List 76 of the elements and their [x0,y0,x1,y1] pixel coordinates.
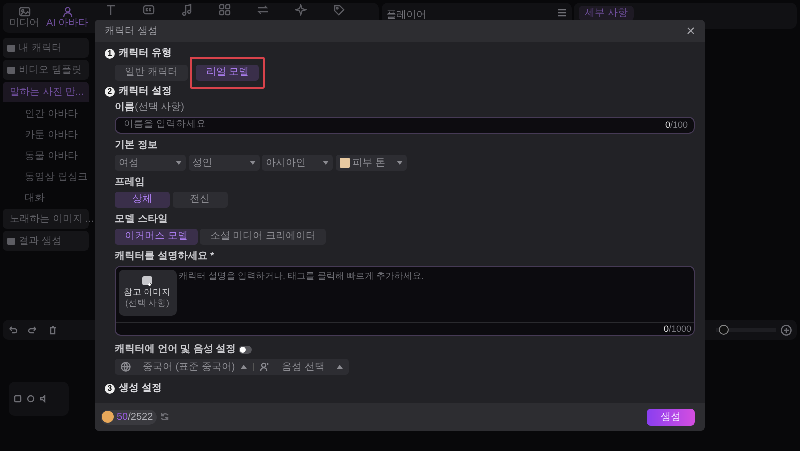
tag-icon[interactable] [332,4,345,16]
sidebar-item[interactable]: 말하는 사진 만... [3,82,89,102]
caret-icon [323,161,329,165]
music-note-icon[interactable] [180,4,193,16]
type-option[interactable]: 리얼 모델 [196,64,260,80]
sidebar-subitem[interactable]: 동물 아바타 [3,146,89,167]
option-button[interactable]: 소셜 미디어 크리에이터 [200,229,326,245]
option-button[interactable]: 상체 [115,192,170,208]
step-number: 1 [105,49,115,59]
sidebar-subitem[interactable]: 동영상 립싱크 [3,167,89,188]
close-icon[interactable] [687,27,695,35]
sidebar-item[interactable]: 비디오 템플릿 [3,60,89,80]
text-icon[interactable] [104,4,117,16]
sidebar-subitem[interactable]: 대화 [3,188,89,209]
dropdown[interactable]: 피부 톤 [336,155,406,171]
field-label: 이름(선택 사항) [115,102,186,114]
grid-icon[interactable] [218,4,231,16]
toolbar-tab[interactable]: 미디어 [6,6,44,30]
skin-swatch-icon [340,158,350,168]
generate-button[interactable]: 생성 [647,408,695,426]
voice-selector[interactable]: 중국어 (표준 중국어) 음성 선택 [115,359,349,375]
refresh-icon[interactable] [160,412,170,422]
speaker-icon[interactable] [40,395,48,403]
character-counter: 0/100 [665,118,688,132]
toolbar-tab[interactable]: AI 아바타 [44,6,92,30]
field-label: 캐릭터를 설명하세요 * [115,251,216,263]
person-icon [260,362,270,372]
sidebar-subitem[interactable]: 카툰 아바타 [3,125,89,146]
caret-icon [337,365,343,369]
field-label: 기본 정보 [115,140,159,152]
description-input[interactable]: 캐릭터 설명을 입력하거나, 태그를 클릭해 빠르게 추가하세요. [179,270,692,320]
globe-icon [121,362,131,372]
section-title: 캐릭터 설정 [119,86,172,98]
undo-icon[interactable] [8,325,18,335]
description-field[interactable]: 참고 이미지 (선택 사항) 캐릭터 설명을 입력하거나, 태그를 클릭해 빠르게 추가하세요. 0/1000 [115,266,695,336]
sidebar-item[interactable]: 내 캐릭터 [3,38,89,58]
details-tab[interactable]: 세부 사항 [579,6,634,20]
section-title: 생성 설정 [119,383,162,395]
caret-icon [250,161,256,165]
add-image-icon [142,276,154,287]
character-counter: 0/1000 [664,323,692,335]
type-option[interactable]: 일반 캐릭터 [115,64,188,80]
caption-icon[interactable] [142,4,155,16]
slider-thumb[interactable] [718,325,728,335]
panel-title: 플레이어 [386,9,426,23]
person-icon [62,6,74,18]
credits-badge: 50/2522 [101,410,158,424]
name-field[interactable]: 이름을 입력하세요 0/100 [115,117,695,134]
option-button[interactable]: 전신 [172,192,228,208]
dropdown[interactable]: 아시아인 [262,155,333,171]
field-label: 캐릭터에 언어 및 음성 설정 [115,344,236,356]
section-title: 캐릭터 유형 [119,48,172,60]
zoom-in-icon[interactable] [781,324,792,336]
dropdown[interactable]: 여성 [115,155,186,171]
menu-icon[interactable] [556,8,566,18]
dialog-title: 캐릭터 생성 [105,24,158,38]
name-input[interactable]: 이름을 입력하세요 [122,117,666,134]
field-label: 프레임 [115,177,146,189]
step-number: 2 [105,87,115,97]
image-icon [18,6,30,18]
sidebar-subitem[interactable]: 인간 아바타 [3,104,89,125]
reference-image-button[interactable]: 참고 이미지 (선택 사항) [118,270,176,316]
sidebar-item[interactable]: 결과 생성 [3,231,89,251]
arrows-icon[interactable] [256,4,269,16]
toggle-switch[interactable] [238,346,252,354]
step-number: 3 [105,384,115,394]
redo-icon[interactable] [28,325,38,335]
caret-icon [241,365,248,369]
trash-icon[interactable] [48,325,58,335]
option-button[interactable]: 이커머스 모델 [115,229,198,245]
field-label: 모델 스타일 [115,214,169,226]
caret-icon [396,161,402,165]
sparkle-icon[interactable] [294,4,307,16]
caret-icon [176,161,182,165]
dropdown[interactable]: 성인 [188,155,260,171]
coin-icon [102,411,114,423]
